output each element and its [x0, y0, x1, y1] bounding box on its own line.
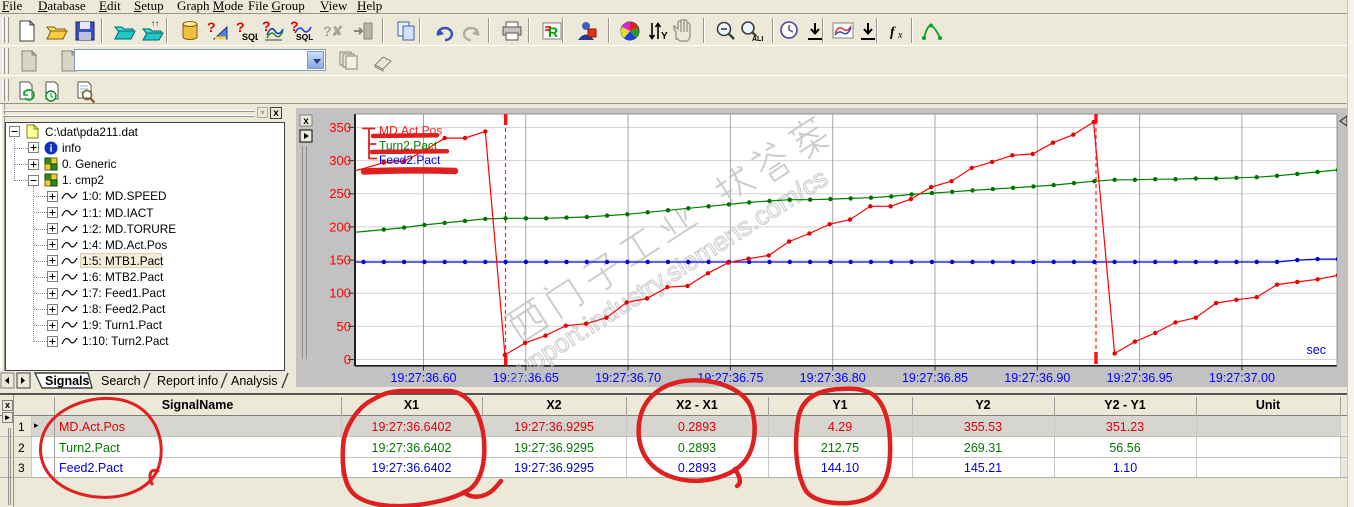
- svg-text:19:27:36.60: 19:27:36.60: [390, 371, 456, 385]
- svg-text:Report info: Report info: [157, 374, 218, 388]
- svg-text:SQL: SQL: [296, 32, 313, 42]
- svg-text:50: 50: [337, 319, 351, 334]
- svg-text:?✘: ?✘: [323, 23, 343, 39]
- svg-text:19:27:36.75: 19:27:36.75: [697, 371, 763, 385]
- svg-text:Search: Search: [101, 374, 141, 388]
- svg-text:100: 100: [329, 286, 351, 301]
- svg-text:SQL: SQL: [242, 32, 258, 42]
- svg-text:?: ?: [207, 19, 216, 35]
- svg-text:300: 300: [329, 153, 351, 168]
- svg-text:19:27:36.90: 19:27:36.90: [1004, 371, 1070, 385]
- svg-text:Y: Y: [661, 31, 668, 42]
- svg-text:x: x: [303, 116, 309, 127]
- svg-text:250: 250: [329, 186, 351, 201]
- svg-text:i: i: [50, 144, 53, 155]
- svg-text:ALL: ALL: [752, 36, 763, 43]
- svg-text:sec: sec: [1307, 343, 1326, 357]
- svg-text:19:27:36.70: 19:27:36.70: [595, 371, 661, 385]
- svg-text:19:27:36.80: 19:27:36.80: [800, 371, 866, 385]
- svg-text:19:27:36.95: 19:27:36.95: [1107, 371, 1173, 385]
- svg-text:19:27:36.85: 19:27:36.85: [902, 371, 968, 385]
- svg-text:19:27:37.00: 19:27:37.00: [1209, 371, 1275, 385]
- svg-text:Signals: Signals: [45, 374, 90, 388]
- svg-text:350: 350: [329, 120, 351, 135]
- svg-text:Analysis: Analysis: [231, 374, 278, 388]
- svg-text:x: x: [897, 30, 903, 41]
- svg-text:0: 0: [344, 352, 351, 367]
- svg-text:MD.Act.Pos: MD.Act.Pos: [379, 124, 442, 138]
- svg-text:200: 200: [329, 219, 351, 234]
- svg-text:↑↑: ↑↑: [151, 19, 159, 28]
- svg-text:f: f: [890, 25, 896, 40]
- svg-text:Turn2.Pact: Turn2.Pact: [379, 139, 438, 153]
- svg-text:Feed2.Pact: Feed2.Pact: [379, 153, 441, 167]
- svg-text:150: 150: [329, 253, 351, 268]
